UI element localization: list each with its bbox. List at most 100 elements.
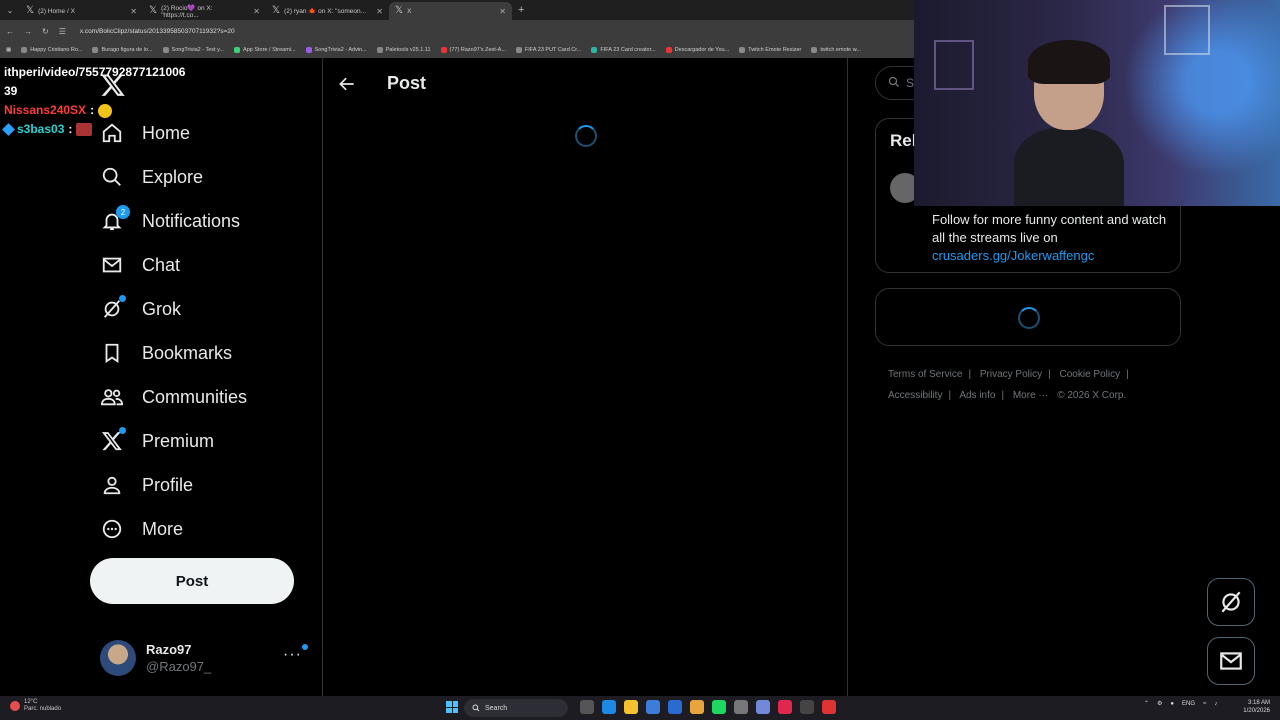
tray-mic-icon[interactable]: ● bbox=[1170, 701, 1174, 707]
bookmark-favicon-icon bbox=[591, 47, 598, 53]
bookmark-item[interactable]: SongTrivia2 - Advin... bbox=[305, 47, 367, 53]
mail-app-icon[interactable] bbox=[668, 700, 682, 714]
nav-chat[interactable]: Chat bbox=[100, 250, 180, 280]
tab-search-icon[interactable]: ⌄ bbox=[0, 0, 20, 20]
x-favicon-icon: 𝕏 bbox=[149, 5, 158, 16]
taskbar-clock[interactable]: 3:18 AM 1/20/2026 bbox=[1243, 699, 1270, 715]
bookmark-item[interactable]: Descargador de You... bbox=[665, 47, 730, 53]
app-icon[interactable] bbox=[822, 700, 836, 714]
back-arrow-icon[interactable] bbox=[337, 74, 357, 94]
bookmark-item[interactable]: Paletools v25.1.11 bbox=[376, 47, 431, 53]
tab-close-icon[interactable]: ✕ bbox=[499, 7, 506, 16]
obs-icon[interactable] bbox=[800, 700, 814, 714]
bookmark-item[interactable]: FIFA 23 Card creator... bbox=[591, 47, 656, 53]
bookmark-label: Paletools v25.1.11 bbox=[385, 47, 431, 53]
bio-link[interactable]: crusaders.gg/Jokerwaffengc bbox=[932, 248, 1094, 263]
bookmark-favicon-icon bbox=[21, 47, 28, 53]
wall-frame bbox=[934, 40, 974, 90]
bookmark-item[interactable]: SongTrivia2 - Test y... bbox=[162, 47, 224, 53]
post-button[interactable]: Post bbox=[90, 558, 294, 604]
nav-premium[interactable]: Premium bbox=[100, 426, 214, 456]
bookmark-item[interactable]: (77) Razo97's Zest-A... bbox=[440, 47, 506, 53]
grok-icon bbox=[1221, 591, 1241, 613]
wall-frame bbox=[1164, 5, 1210, 55]
footer-accessibility-link[interactable]: Accessibility bbox=[888, 390, 942, 401]
x-favicon-icon: 𝕏 bbox=[395, 5, 404, 16]
bookmark-item[interactable]: twitch emote w... bbox=[811, 47, 861, 53]
volume-icon[interactable]: ♪ bbox=[1214, 701, 1217, 707]
tray-chevron-icon[interactable]: ⌃ bbox=[1144, 700, 1149, 707]
loading-spinner bbox=[575, 125, 597, 147]
account-more-icon[interactable]: ··· bbox=[283, 646, 302, 664]
nav-profile-label: Profile bbox=[142, 474, 194, 495]
browser-tab[interactable]: 𝕏 (2) ryan 🍁 on X: "someon... ✕ bbox=[266, 2, 389, 20]
reload-icon[interactable]: ↻ bbox=[42, 27, 49, 36]
new-tab-button[interactable]: + bbox=[518, 4, 524, 16]
edge-icon[interactable] bbox=[602, 700, 616, 714]
nav-grok[interactable]: Grok bbox=[100, 294, 181, 324]
nav-profile[interactable]: Profile bbox=[100, 470, 193, 500]
nav-communities-label: Communities bbox=[142, 386, 248, 407]
weather-widget[interactable]: 12°C Parc. nublado bbox=[10, 699, 61, 713]
chrome-icon[interactable] bbox=[690, 700, 704, 714]
discord-icon[interactable] bbox=[756, 700, 770, 714]
start-button[interactable] bbox=[446, 701, 458, 713]
chat-separator: : bbox=[68, 122, 73, 136]
bookmark-item[interactable]: FIFA 23 PUT Card Cr... bbox=[515, 47, 581, 53]
nav-more[interactable]: More bbox=[100, 514, 183, 544]
footer-more-link[interactable]: More ··· bbox=[1013, 390, 1049, 401]
weather-icon bbox=[10, 701, 20, 711]
stream-overlay: ithperi/video/7557792877121006 39 Nissan… bbox=[2, 63, 185, 139]
language-indicator[interactable]: ENG bbox=[1182, 701, 1195, 707]
bookmark-favicon-icon bbox=[376, 47, 383, 53]
nav-notifications[interactable]: 2 Notifications bbox=[100, 205, 240, 236]
search-placeholder: S bbox=[906, 76, 915, 90]
address-bar[interactable]: x.com/BolicClipz/status/2013395850370711… bbox=[80, 28, 235, 35]
grok-fab-button[interactable] bbox=[1207, 578, 1255, 626]
search-icon bbox=[888, 76, 900, 91]
footer-ads-link[interactable]: Ads info bbox=[959, 390, 995, 401]
bookmark-label: Burago figura de lo... bbox=[101, 47, 153, 53]
tray-app-icon[interactable]: ⚙ bbox=[1157, 700, 1162, 707]
store-icon[interactable] bbox=[646, 700, 660, 714]
nav-bookmarks[interactable]: Bookmarks bbox=[100, 338, 232, 368]
footer-privacy-link[interactable]: Privacy Policy bbox=[980, 369, 1042, 380]
music-icon[interactable] bbox=[778, 700, 792, 714]
nav-explore[interactable]: Explore bbox=[100, 162, 203, 192]
forward-nav-icon[interactable]: → bbox=[24, 27, 32, 36]
browser-tab-active[interactable]: 𝕏 X ✕ bbox=[389, 2, 512, 20]
back-nav-icon[interactable]: ← bbox=[6, 27, 14, 36]
bookmark-item[interactable]: Twitch Emote Resizer bbox=[739, 47, 801, 53]
bookmark-item[interactable]: App Store / Streami... bbox=[234, 47, 296, 53]
footer-cookie-link[interactable]: Cookie Policy bbox=[1060, 369, 1121, 380]
spotify-icon[interactable] bbox=[712, 700, 726, 714]
left-sidebar: Home Explore 2 Notifications Chat Grok B… bbox=[0, 58, 323, 696]
avatar bbox=[100, 640, 136, 676]
app-icon[interactable] bbox=[734, 700, 748, 714]
wifi-icon[interactable]: ≈ bbox=[1203, 701, 1206, 707]
browser-tab[interactable]: 𝕏 (2) Home / X ✕ bbox=[20, 2, 143, 20]
x-premium-icon bbox=[100, 427, 126, 453]
nav-more-label: More bbox=[142, 518, 184, 539]
profile-bio: Follow for more funny content and watch … bbox=[932, 211, 1172, 265]
nav-communities[interactable]: Communities bbox=[100, 382, 247, 412]
task-view-icon[interactable] bbox=[580, 700, 594, 714]
bookmark-label: App Store / Streami... bbox=[243, 47, 296, 53]
taskbar-search[interactable]: Search bbox=[464, 699, 568, 717]
browser-tab[interactable]: 𝕏 (2) Rocio💜 on X: "https://t.co... ✕ bbox=[143, 2, 266, 20]
chat-username: s3bas03 bbox=[17, 122, 65, 136]
tab-close-icon[interactable]: ✕ bbox=[130, 7, 137, 16]
tab-close-icon[interactable]: ✕ bbox=[376, 7, 383, 16]
bookmark-item[interactable]: Burago figura de lo... bbox=[92, 47, 153, 53]
apps-grid-icon[interactable]: ▦ bbox=[6, 47, 11, 53]
bookmark-item[interactable]: Happy Cristiano Ro... bbox=[21, 47, 82, 53]
footer-terms-link[interactable]: Terms of Service bbox=[888, 369, 962, 380]
tab-close-icon[interactable]: ✕ bbox=[253, 7, 260, 16]
chat-message: Nissans240SX : bbox=[4, 101, 185, 120]
account-switcher[interactable]: Razo97 @Razo97_ ··· bbox=[100, 638, 310, 678]
bookmark-label: FIFA 23 Card creator... bbox=[600, 47, 656, 53]
file-explorer-icon[interactable] bbox=[624, 700, 638, 714]
messages-fab-button[interactable] bbox=[1207, 637, 1255, 685]
bookmark-label: Descargador de You... bbox=[674, 47, 730, 53]
site-info-icon[interactable]: ☰ bbox=[59, 27, 66, 36]
